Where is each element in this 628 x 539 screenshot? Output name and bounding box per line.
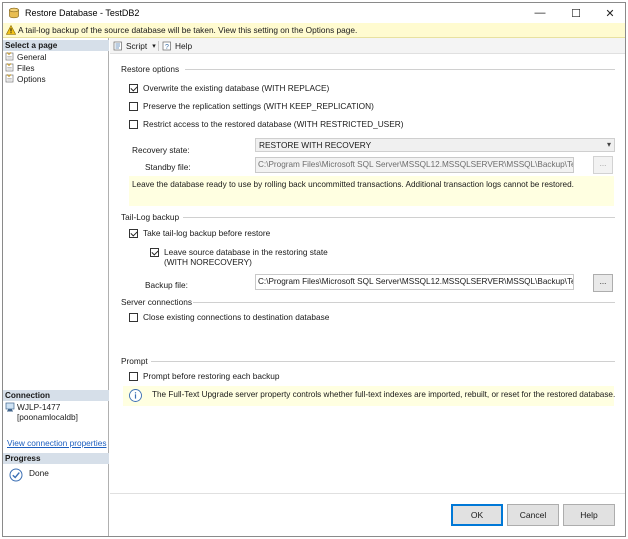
take-tail-log-checkbox[interactable]: Take tail-log backup before restore [129,228,270,238]
page-item-label: Files [17,62,35,73]
close-connections-label: Close existing connections to destinatio… [143,312,330,322]
recovery-state-label: Recovery state: [132,145,190,155]
left-pane: Select a page General Files Options Conn… [3,38,109,536]
help-button[interactable]: Help [563,504,615,526]
take-tail-log-label: Take tail-log backup before restore [143,228,271,238]
window-title: Restore Database - TestDB2 [25,8,140,18]
toolbar: Script ▾ ? Help [110,38,625,54]
restrict-access-checkbox[interactable]: Restrict access to the restored database… [129,119,404,129]
svg-text:?: ? [165,44,169,51]
warning-icon [6,25,16,35]
close-button[interactable]: ✕ [593,3,627,23]
script-button[interactable]: Script ▾ [113,41,156,51]
help-toolbar-button[interactable]: ? Help [162,41,192,51]
backup-file-input[interactable]: C:\Program Files\Microsoft SQL Server\MS… [255,274,574,290]
server-icon [5,402,15,412]
restore-options-rule [185,69,615,70]
preserve-replication-checkbox[interactable]: Preserve the replication settings (WITH … [129,101,374,111]
chevron-down-icon: ▾ [606,140,611,149]
help-icon: ? [162,41,171,51]
server-connections-header: Server connections [121,297,193,307]
checkbox-box[interactable] [129,229,138,238]
leave-restoring-line2: (WITH NORECOVERY) [164,257,252,267]
done-check-icon [9,468,23,482]
leave-restoring-line1: Leave source database in the restoring s… [164,247,328,257]
maximize-icon: ☐ [571,7,581,20]
login-name: [poonamlocaldb] [17,412,78,422]
tail-log-rule [183,217,615,218]
script-label: Script [126,41,148,51]
close-connections-checkbox[interactable]: Close existing connections to destinatio… [129,312,329,322]
page-item-options[interactable]: Options [5,73,46,84]
page-item-label: Options [17,73,46,84]
maximize-button[interactable]: ☐ [559,3,593,23]
checkbox-box[interactable] [129,84,138,93]
recovery-state-select[interactable]: RESTORE WITH RECOVERY ▾ [255,138,615,152]
toolbar-separator [158,41,159,51]
fulltext-info-text: The Full-Text Upgrade server property co… [152,390,616,399]
backup-browse-button[interactable]: ... [593,274,613,292]
page-item-general[interactable]: General [5,51,47,62]
cancel-button[interactable]: Cancel [507,504,559,526]
select-page-header: Select a page [3,40,109,51]
prompt-before-restore-label: Prompt before restoring each backup [143,371,280,381]
checkbox-box[interactable] [129,120,138,129]
progress-header: Progress [3,453,109,464]
recovery-info-box: Leave the database ready to use by rolli… [129,176,614,206]
standby-file-label: Standby file: [145,162,191,172]
checkbox-box[interactable] [150,248,159,257]
backup-file-label: Backup file: [145,280,188,290]
page-icon [5,52,14,61]
recovery-state-value: RESTORE WITH RECOVERY [259,140,372,150]
standby-browse-button[interactable]: ... [593,156,613,174]
title-bar: Restore Database - TestDB2 — ☐ ✕ [3,3,625,23]
close-icon: ✕ [605,7,615,20]
info-icon [129,389,142,402]
server-name: WJLP-1477 [17,402,61,412]
database-restore-icon [9,7,19,19]
view-connection-properties-link[interactable]: View connection properties [7,438,106,448]
restore-options-header: Restore options [121,64,180,74]
fulltext-info-box: The Full-Text Upgrade server property co… [123,386,616,406]
tail-log-header: Tail-Log backup [121,212,180,222]
standby-file-input[interactable]: C:\Program Files\Microsoft SQL Server\MS… [255,157,574,173]
recovery-info-text: Leave the database ready to use by rolli… [132,180,574,189]
help-label: Help [175,41,193,51]
prompt-before-restore-checkbox[interactable]: Prompt before restoring each backup [129,371,280,381]
checkbox-box[interactable] [129,313,138,322]
ok-button[interactable]: OK [451,504,503,526]
checkbox-box[interactable] [129,102,138,111]
connection-header: Connection [3,390,109,401]
warning-text: A tail-log backup of the source database… [18,25,358,35]
leave-restoring-checkbox[interactable]: Leave source database in the restoring s… [150,247,328,267]
checkbox-box[interactable] [129,372,138,381]
preserve-replication-label: Preserve the replication settings (WITH … [143,101,374,111]
minimize-button[interactable]: — [523,3,557,23]
button-bar-rule [110,493,625,494]
leave-restoring-label: Leave source database in the restoring s… [164,247,328,267]
overwrite-checkbox[interactable]: Overwrite the existing database (WITH RE… [129,83,329,93]
progress-status: Done [29,468,49,478]
page-icon [5,74,14,83]
connection-info: WJLP-1477 [poonamlocaldb] [3,402,109,426]
page-icon [5,63,14,72]
minimize-icon: — [534,7,546,19]
overwrite-label: Overwrite the existing database (WITH RE… [143,83,330,93]
page-item-files[interactable]: Files [5,62,35,73]
restore-database-dialog: Restore Database - TestDB2 — ☐ ✕ A tail-… [2,2,626,537]
prompt-rule [151,361,615,362]
prompt-header: Prompt [121,356,148,366]
restrict-access-label: Restrict access to the restored database… [143,119,404,129]
script-icon [113,41,122,51]
chevron-down-icon[interactable]: ▾ [152,42,156,50]
warning-bar: A tail-log backup of the source database… [3,23,625,38]
server-connections-rule [193,302,615,303]
page-item-label: General [17,51,47,62]
